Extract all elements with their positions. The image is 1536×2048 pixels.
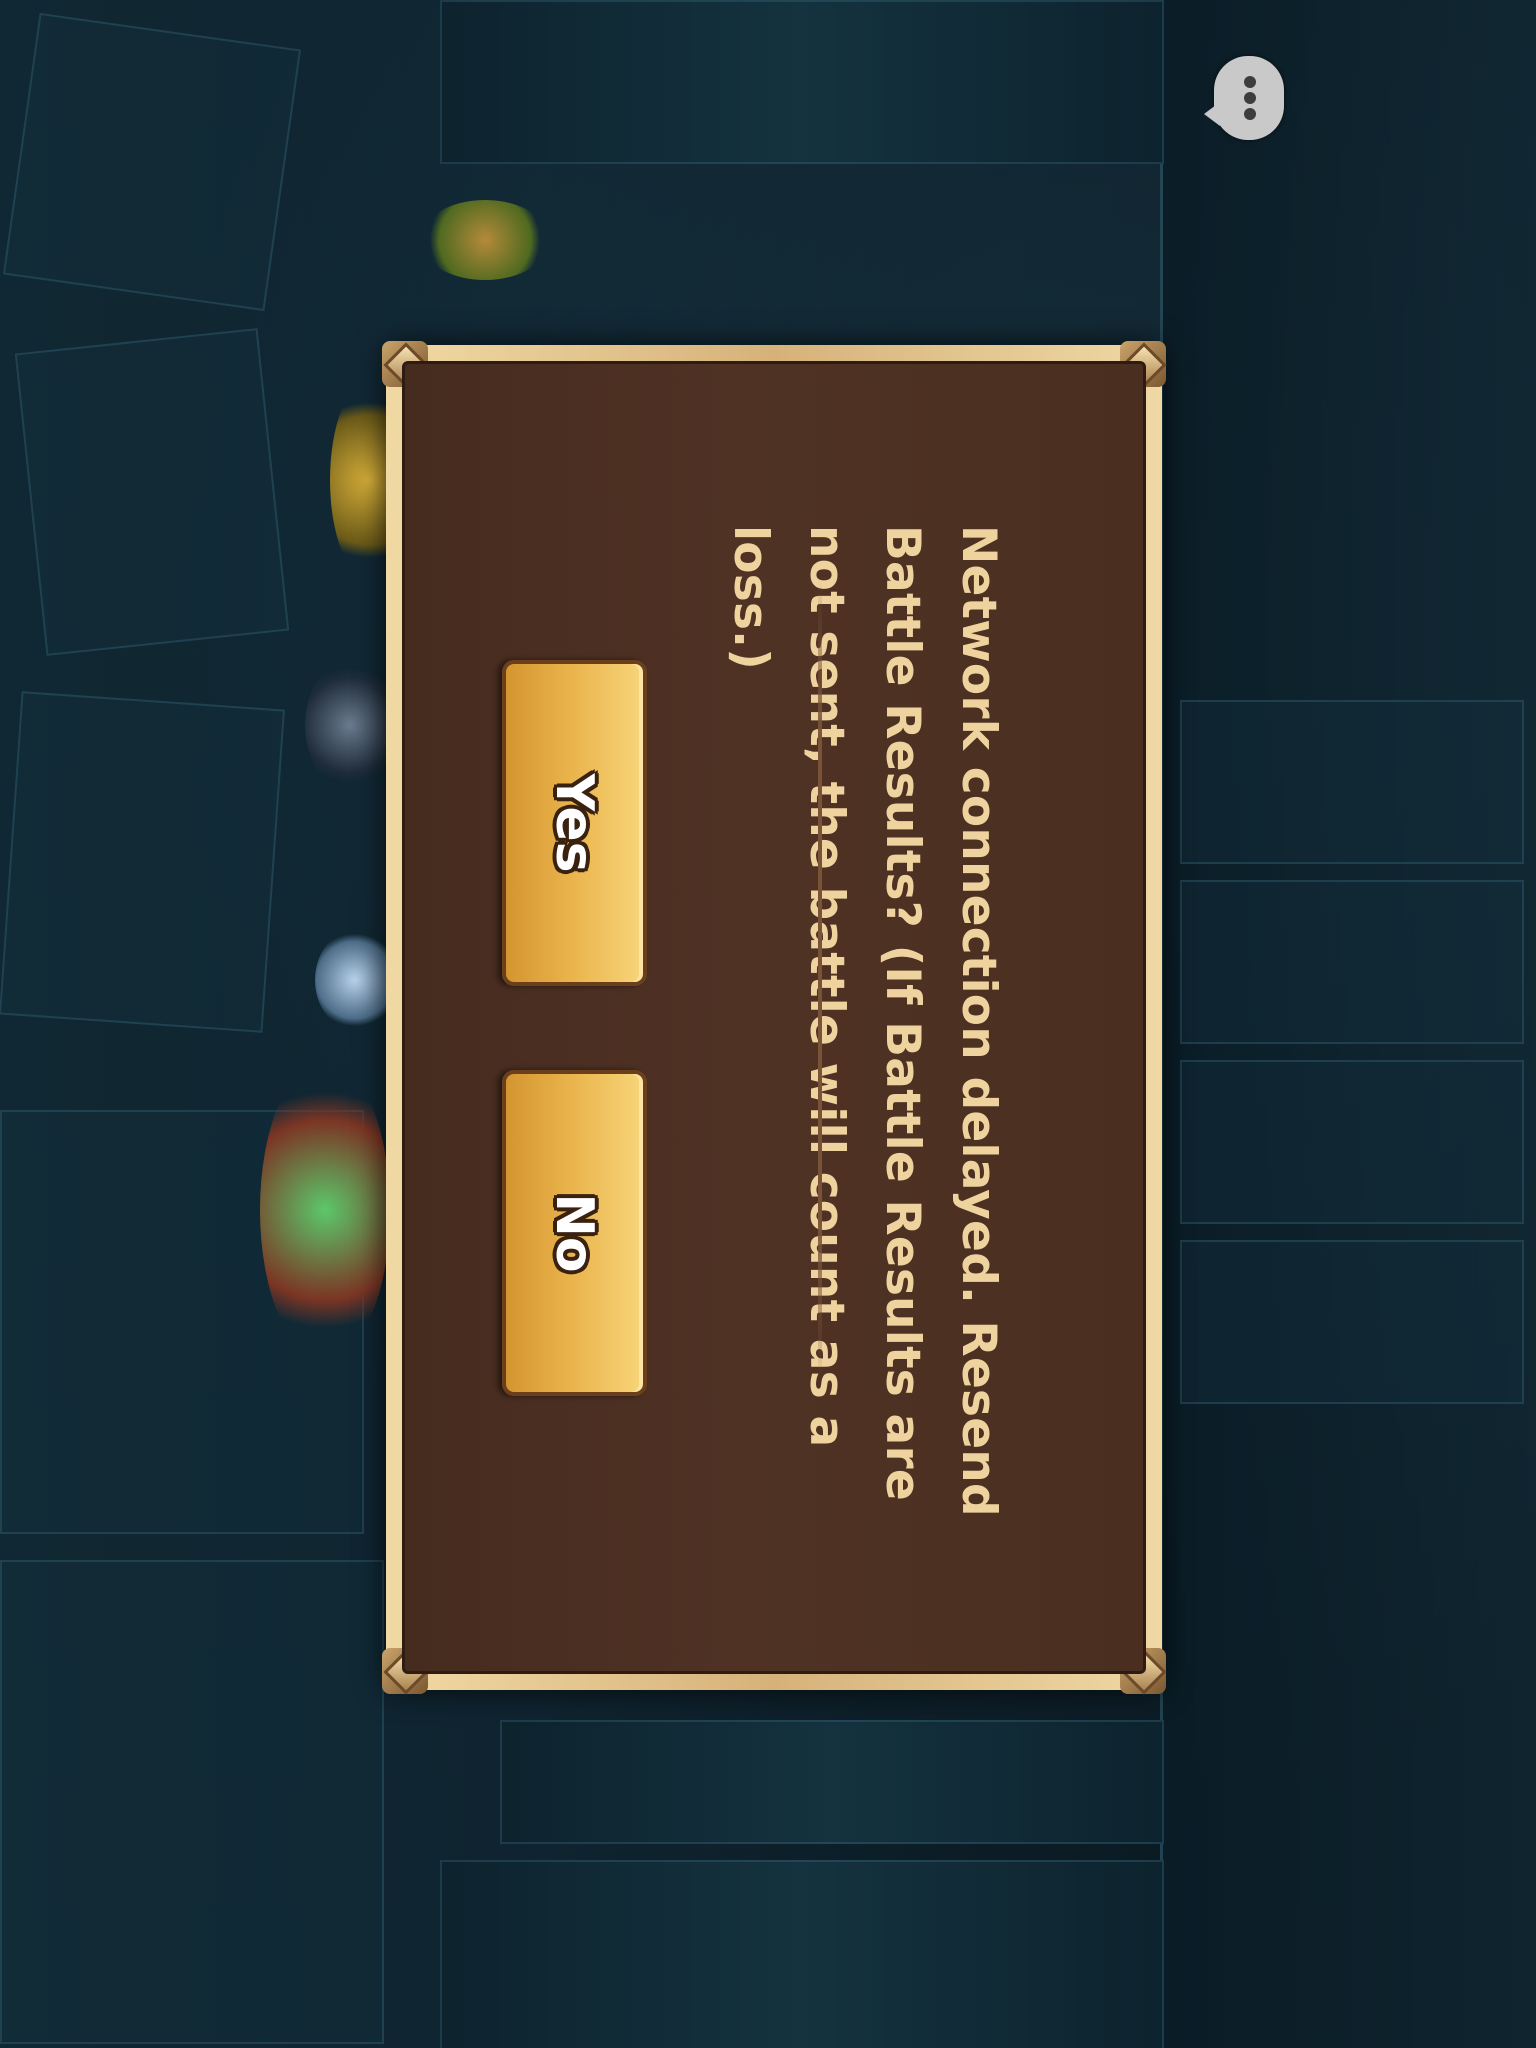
network-delay-dialog: Network connection delayed. Resend Battl… (382, 341, 1167, 1695)
dialog-content: Network connection delayed. Resend Battl… (386, 345, 1162, 1690)
dialog-message: Network connection delayed. Resend Battl… (723, 525, 1006, 1517)
no-button[interactable]: No (502, 1070, 647, 1396)
monster-unit (315, 930, 395, 1030)
monster-unit (260, 1060, 390, 1360)
monster-unit (305, 660, 395, 790)
yes-button-label: Yes (544, 773, 605, 873)
game-screen: Network connection delayed. Resend Battl… (0, 0, 1536, 2048)
chat-bubble-icon[interactable] (1204, 56, 1284, 140)
yes-button[interactable]: Yes (502, 660, 647, 986)
dialog-divider (818, 580, 822, 1380)
monster-unit (420, 200, 550, 280)
no-button-label: No (544, 1193, 605, 1273)
